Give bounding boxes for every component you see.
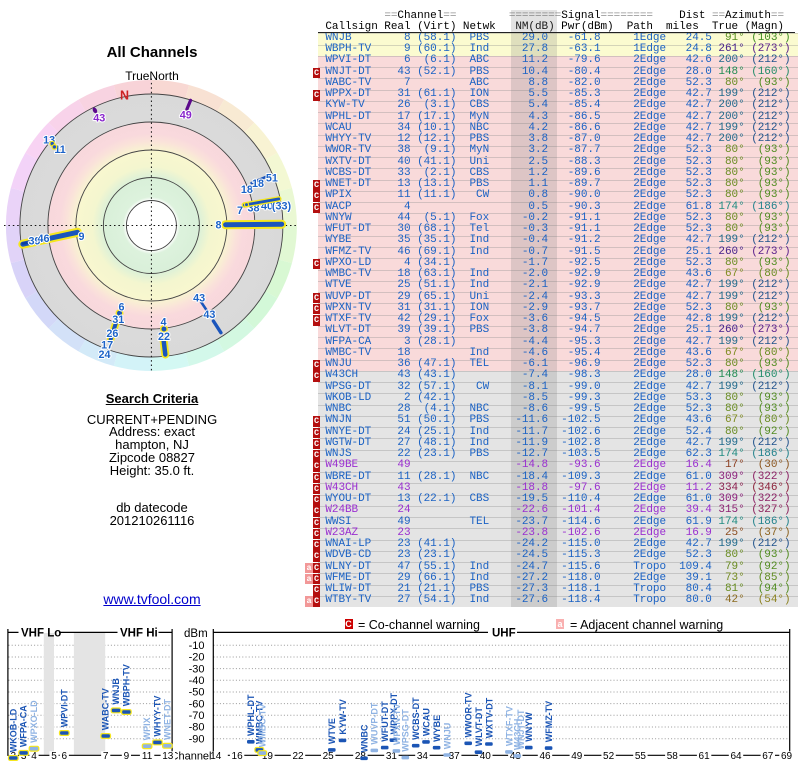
svg-text:WNBC: WNBC bbox=[359, 724, 369, 752]
svg-text:43: 43 bbox=[203, 309, 215, 321]
svg-text:18: 18 bbox=[252, 178, 264, 190]
svg-text:11: 11 bbox=[142, 751, 153, 762]
svg-text:WYBE: WYBE bbox=[432, 715, 442, 742]
svg-text:52: 52 bbox=[603, 751, 615, 762]
svg-text:WWOR-TV: WWOR-TV bbox=[464, 693, 474, 738]
svg-text:31: 31 bbox=[112, 314, 124, 326]
svg-text:4: 4 bbox=[160, 317, 166, 329]
svg-text:WMBC-TV: WMBC-TV bbox=[258, 704, 268, 748]
svg-text:43: 43 bbox=[193, 292, 205, 304]
svg-text:61: 61 bbox=[699, 751, 711, 762]
svg-text:49: 49 bbox=[180, 110, 192, 122]
svg-text:WFPA-CA: WFPA-CA bbox=[19, 705, 29, 747]
svg-text:7: 7 bbox=[103, 751, 109, 762]
svg-text:WCBS-DT: WCBS-DT bbox=[411, 697, 421, 740]
svg-text:24: 24 bbox=[98, 349, 110, 361]
svg-text:49: 49 bbox=[571, 751, 583, 762]
svg-text:WBPH-TV: WBPH-TV bbox=[121, 664, 131, 706]
svg-text:VHF Hi: VHF Hi bbox=[120, 628, 158, 640]
svg-text:WTVE: WTVE bbox=[327, 718, 337, 744]
svg-text:WNJU: WNJU bbox=[443, 723, 453, 750]
svg-text:46: 46 bbox=[539, 751, 551, 762]
svg-text:-60: -60 bbox=[189, 698, 205, 710]
svg-text:WFMZ-TV: WFMZ-TV bbox=[544, 701, 554, 742]
svg-text:43: 43 bbox=[93, 113, 105, 125]
svg-text:9: 9 bbox=[124, 751, 130, 762]
svg-text:WPVI-DT: WPVI-DT bbox=[59, 689, 69, 727]
svg-text:34: 34 bbox=[417, 751, 429, 762]
svg-text:WNET-DT: WNET-DT bbox=[162, 699, 172, 740]
svg-text:6: 6 bbox=[62, 751, 68, 762]
svg-text:-70: -70 bbox=[189, 710, 205, 722]
svg-text:Channel: Channel bbox=[171, 751, 212, 763]
svg-text:64: 64 bbox=[730, 751, 742, 762]
svg-text:22: 22 bbox=[292, 751, 304, 762]
svg-text:67: 67 bbox=[762, 751, 774, 762]
svg-text:WXTV-DT: WXTV-DT bbox=[484, 697, 494, 738]
svg-text:4: 4 bbox=[31, 751, 37, 762]
svg-text:14: 14 bbox=[210, 751, 222, 762]
svg-text:13: 13 bbox=[162, 751, 174, 762]
svg-text:WNJB: WNJB bbox=[111, 678, 121, 705]
svg-text:7: 7 bbox=[237, 205, 243, 217]
svg-text:dBm: dBm bbox=[184, 628, 208, 640]
svg-text:UHF: UHF bbox=[492, 628, 516, 640]
svg-text:25: 25 bbox=[323, 751, 335, 762]
svg-text:WLVT-DT: WLVT-DT bbox=[474, 707, 484, 747]
svg-text:5: 5 bbox=[51, 751, 57, 762]
svg-text:22: 22 bbox=[158, 331, 170, 343]
svg-text:58: 58 bbox=[667, 751, 679, 762]
svg-text:WPSG-DT: WPSG-DT bbox=[401, 709, 411, 752]
svg-text:WNYW: WNYW bbox=[524, 712, 534, 742]
svg-text:9: 9 bbox=[78, 231, 84, 243]
svg-text:-10: -10 bbox=[189, 640, 205, 652]
svg-text:6: 6 bbox=[118, 302, 124, 314]
svg-text:-40: -40 bbox=[189, 675, 205, 687]
svg-text:51: 51 bbox=[266, 173, 278, 185]
svg-text:-20: -20 bbox=[189, 652, 205, 664]
svg-text:37: 37 bbox=[449, 751, 461, 762]
svg-text:69: 69 bbox=[781, 751, 793, 762]
svg-text:N: N bbox=[120, 89, 129, 103]
svg-text:VHF Lo: VHF Lo bbox=[21, 628, 61, 640]
svg-text:46: 46 bbox=[37, 233, 49, 245]
svg-text:WPXO-LD: WPXO-LD bbox=[29, 700, 39, 743]
svg-text:-30: -30 bbox=[189, 663, 205, 675]
svg-text:WKOB-LD: WKOB-LD bbox=[8, 708, 18, 752]
svg-text:-90: -90 bbox=[189, 733, 205, 745]
svg-text:55: 55 bbox=[635, 751, 647, 762]
svg-text:-50: -50 bbox=[189, 687, 205, 699]
svg-text:WHYY-TV: WHYY-TV bbox=[152, 696, 162, 737]
svg-text:WCAU: WCAU bbox=[421, 708, 431, 736]
svg-text:KYW-TV: KYW-TV bbox=[338, 699, 348, 734]
svg-text:WPIX: WPIX bbox=[142, 717, 152, 740]
svg-text:WABC-TV: WABC-TV bbox=[101, 688, 111, 730]
svg-text:8: 8 bbox=[215, 220, 221, 232]
svg-text:-80: -80 bbox=[189, 722, 205, 734]
svg-text:16: 16 bbox=[232, 751, 244, 762]
svg-text:26: 26 bbox=[106, 328, 118, 340]
svg-text:31: 31 bbox=[386, 751, 398, 762]
svg-text:WUVP-DT: WUVP-DT bbox=[370, 702, 380, 744]
